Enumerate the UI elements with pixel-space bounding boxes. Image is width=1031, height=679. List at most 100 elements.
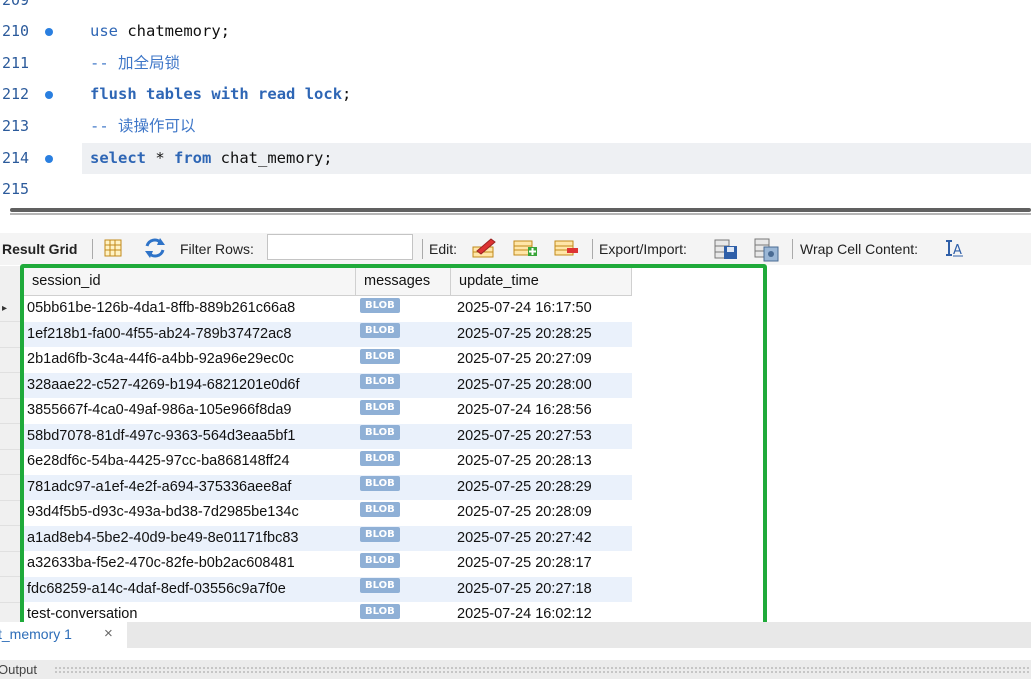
keyword: from [174, 149, 212, 167]
edit-row-icon[interactable] [471, 237, 496, 259]
code-token: chat_memory; [211, 149, 333, 167]
cell-session-id[interactable]: 1ef218b1-fa00-4f55-ab24-789b37472ac8 [24, 321, 356, 347]
drag-handle[interactable] [54, 666, 1031, 674]
cell-messages[interactable]: BLOB [356, 398, 451, 424]
cell-session-id[interactable]: 93d4f5b5-d93c-493a-bd38-7d2985be134c [24, 500, 356, 526]
column-header-messages[interactable]: messages [356, 266, 451, 296]
row-selector[interactable] [0, 347, 23, 373]
row-selector[interactable] [0, 551, 23, 577]
row-selector[interactable] [0, 526, 23, 552]
cell-update-time[interactable]: 2025-07-25 20:27:53 [451, 423, 632, 449]
grid-view-icon[interactable] [102, 237, 124, 259]
comment-text[interactable]: -- 读操作可以 [90, 111, 196, 142]
blob-badge: BLOB [360, 374, 400, 390]
cell-messages[interactable]: BLOB [356, 347, 451, 373]
editor-line-214[interactable]: 214 select * from chat_memory; [0, 143, 1031, 174]
cell-messages[interactable]: BLOB [356, 449, 451, 475]
cell-messages[interactable]: BLOB [356, 423, 451, 449]
cell-messages[interactable]: BLOB [356, 474, 451, 500]
line-number: 210 [2, 22, 30, 40]
wrap-text-icon[interactable]: A [944, 237, 966, 259]
cell-update-time[interactable]: 2025-07-24 16:02:12 [451, 602, 632, 622]
column-header-session-id[interactable]: session_id [24, 266, 356, 296]
cell-update-time[interactable]: 2025-07-25 20:28:29 [451, 474, 632, 500]
splitter-shadow [10, 213, 1031, 215]
column-header-update-time[interactable]: update_time [451, 266, 632, 296]
cell-session-id[interactable]: a32633ba-f5e2-470c-82fe-b0b2ac608481 [24, 551, 356, 577]
cell-session-id[interactable]: test-conversation [24, 602, 356, 622]
row-selector[interactable] [0, 322, 23, 348]
delete-row-icon[interactable] [553, 237, 578, 259]
cell-messages[interactable]: BLOB [356, 525, 451, 551]
cell-messages[interactable]: BLOB [356, 602, 451, 622]
cell-update-time[interactable]: 2025-07-24 16:17:50 [451, 296, 632, 322]
cell-messages[interactable]: BLOB [356, 500, 451, 526]
export-icon[interactable] [713, 237, 737, 259]
blob-badge: BLOB [360, 578, 400, 594]
comment-text[interactable]: -- 加全局锁 [90, 48, 180, 79]
row-selector[interactable] [0, 500, 23, 526]
code-text[interactable]: use chatmemory; [90, 16, 230, 47]
wrap-cell-content-label: Wrap Cell Content: [800, 241, 919, 257]
editor-line-211[interactable]: 211 -- 加全局锁 [0, 48, 1031, 79]
row-selector[interactable] [0, 424, 23, 450]
toolbar-divider [92, 239, 93, 259]
cell-session-id[interactable]: 328aae22-c527-4269-b194-6821201e0d6f [24, 372, 356, 398]
keyword: flush [90, 85, 137, 103]
cell-session-id[interactable]: fdc68259-a14c-4daf-8edf-03556c9a7f0e [24, 576, 356, 602]
cell-session-id[interactable]: 05bb61be-126b-4da1-8ffb-889b261c66a8 [24, 296, 356, 322]
cell-session-id[interactable]: a1ad8eb4-5be2-40d9-be49-8e01171fbc83 [24, 525, 356, 551]
code-text[interactable]: select * from chat_memory; [90, 143, 333, 174]
editor-line-215[interactable]: 215 [0, 174, 1031, 203]
cell-session-id[interactable]: 6e28df6c-54ba-4425-97cc-ba868148ff24 [24, 449, 356, 475]
cell-messages[interactable]: BLOB [356, 372, 451, 398]
panel-splitter[interactable] [0, 203, 1031, 233]
row-selector[interactable] [0, 373, 23, 399]
cell-messages[interactable]: BLOB [356, 321, 451, 347]
import-icon[interactable] [753, 237, 779, 262]
code-token: ; [342, 85, 352, 103]
blob-badge: BLOB [360, 425, 400, 441]
cell-update-time[interactable]: 2025-07-24 16:28:56 [451, 398, 632, 424]
cell-update-time[interactable]: 2025-07-25 20:27:42 [451, 525, 632, 551]
row-selector[interactable]: ▸ [0, 296, 23, 322]
splitter-handle[interactable] [10, 208, 1031, 212]
cell-update-time[interactable]: 2025-07-25 20:28:25 [451, 321, 632, 347]
cell-update-time[interactable]: 2025-07-25 20:28:17 [451, 551, 632, 577]
sql-editor[interactable]: 209 210 use chatmemory; 211 -- 加全局锁 212 … [0, 0, 1031, 203]
close-icon[interactable]: × [104, 622, 113, 646]
editor-line-213[interactable]: 213 -- 读操作可以 [0, 111, 1031, 142]
cell-update-time[interactable]: 2025-07-25 20:28:13 [451, 449, 632, 475]
current-row-indicator-icon: ▸ [2, 303, 8, 314]
cell-messages[interactable]: BLOB [356, 551, 451, 577]
tab-result[interactable]: t_memory 1 × [0, 622, 127, 648]
cell-session-id[interactable]: 58bd7078-81df-497c-9363-564d3eaa5bf1 [24, 423, 356, 449]
cell-session-id[interactable]: 2b1ad6fb-3c4a-44f6-a4bb-92a96e29ec0c [24, 347, 356, 373]
output-panel-header[interactable]: Output [0, 660, 1031, 679]
filter-rows-input[interactable] [267, 234, 413, 260]
editor-line-210[interactable]: 210 use chatmemory; [0, 16, 1031, 47]
cell-messages[interactable]: BLOB [356, 576, 451, 602]
cell-update-time[interactable]: 2025-07-25 20:27:09 [451, 347, 632, 373]
cell-update-time[interactable]: 2025-07-25 20:27:18 [451, 576, 632, 602]
add-row-icon[interactable] [512, 237, 537, 259]
editor-line-212[interactable]: 212 flush tables with read lock; [0, 79, 1031, 110]
result-grid[interactable]: session_id messages update_time ▸ 05bb61b… [0, 266, 1031, 622]
row-selector[interactable] [0, 475, 23, 501]
row-selector[interactable] [0, 577, 23, 603]
row-selector[interactable] [0, 449, 23, 475]
code-text[interactable]: flush tables with read lock; [90, 79, 351, 110]
row-selector[interactable] [0, 602, 23, 622]
refresh-icon[interactable] [143, 237, 165, 259]
cell-update-time[interactable]: 2025-07-25 20:28:00 [451, 372, 632, 398]
code-token: * [146, 149, 174, 167]
blob-badge: BLOB [360, 450, 400, 466]
cell-messages[interactable]: BLOB [356, 296, 451, 322]
result-grid-label[interactable]: Result Grid [2, 233, 77, 265]
row-selector[interactable] [0, 398, 23, 424]
keyword: select [90, 149, 146, 167]
editor-line-209: 209 [0, 0, 1031, 16]
cell-update-time[interactable]: 2025-07-25 20:28:09 [451, 500, 632, 526]
cell-session-id[interactable]: 3855667f-4ca0-49af-986a-105e966f8da9 [24, 398, 356, 424]
cell-session-id[interactable]: 781adc97-a1ef-4e2f-a694-375336aee8af [24, 474, 356, 500]
